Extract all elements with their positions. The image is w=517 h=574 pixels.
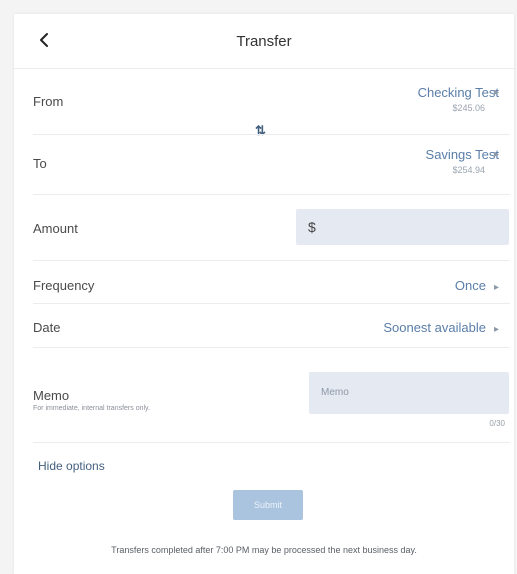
currency-symbol: $ (308, 219, 316, 235)
to-account-name: Savings Test (425, 147, 499, 162)
memo-placeholder: Memo (321, 387, 349, 398)
chevron-right-icon: ▸ (493, 149, 499, 160)
from-account-balance: $245.06 (452, 103, 485, 113)
divider (33, 303, 510, 304)
divider (33, 194, 510, 195)
from-account-name: Checking Test (417, 85, 499, 100)
amount-input[interactable]: $ (296, 209, 509, 245)
to-account-balance: $254.94 (452, 165, 485, 175)
divider (33, 260, 510, 261)
transfer-cutoff-note: Transfers completed after 7:00 PM may be… (111, 545, 417, 555)
swap-vertical-icon: ⇅ (255, 123, 266, 138)
memo-sublabel: For immediate, internal transfers only. (33, 405, 150, 412)
date-value: Soonest available (383, 320, 486, 335)
swap-accounts-button[interactable]: ⇅ (255, 123, 266, 139)
submit-button[interactable]: Submit (233, 490, 303, 520)
hide-options-link[interactable]: Hide options (38, 459, 105, 473)
chevron-right-icon: ▸ (493, 87, 499, 98)
date-label: Date (33, 320, 61, 335)
amount-label: Amount (33, 221, 78, 236)
transfer-card: Transfer From Checking Test ▸ $245.06 ⇅ … (14, 14, 514, 574)
divider (33, 134, 510, 135)
memo-input[interactable]: Memo (309, 372, 509, 414)
page-title: Transfer (236, 33, 292, 50)
divider (33, 347, 510, 348)
to-label: To (33, 156, 47, 171)
from-label: From (33, 94, 64, 109)
frequency-value: Once (454, 278, 486, 293)
memo-character-counter: 0/30 (489, 419, 505, 428)
header: Transfer (14, 14, 514, 69)
chevron-right-icon: ▸ (493, 324, 499, 335)
to-account-selector[interactable]: Savings Test ▸ $254.94 (426, 146, 499, 175)
chevron-right-icon: ▸ (493, 282, 499, 293)
frequency-selector[interactable]: Once ▸ (455, 278, 499, 293)
frequency-label: Frequency (33, 278, 95, 293)
divider (33, 442, 510, 443)
from-account-selector[interactable]: Checking Test ▸ $245.06 (418, 84, 499, 113)
date-selector[interactable]: Soonest available ▸ (383, 320, 499, 335)
memo-label: Memo (33, 388, 70, 403)
